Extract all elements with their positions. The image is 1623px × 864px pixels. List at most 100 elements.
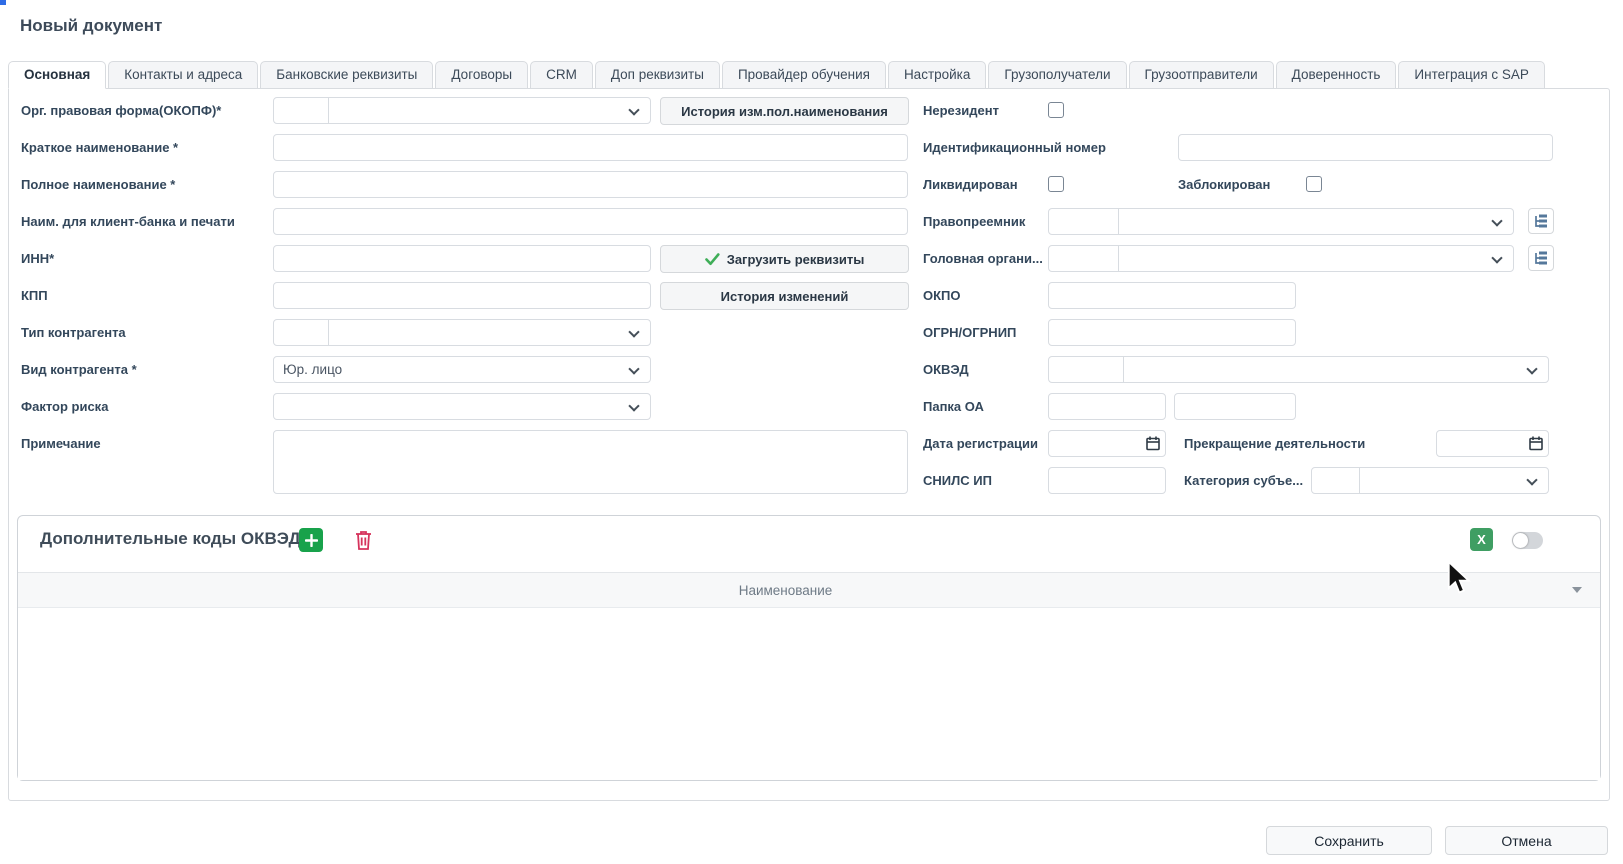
corner-mark: [0, 0, 6, 5]
subject-category-label: Категория субъе...: [1184, 467, 1303, 494]
ogrn-label: ОГРН/ОГРНИП: [923, 319, 1016, 346]
chevron-down-icon: [628, 363, 639, 374]
successor-label: Правопреемник: [923, 208, 1025, 235]
tree-icon: [1533, 213, 1549, 229]
counterparty-type-combobox[interactable]: [273, 319, 651, 346]
main-form-panel: Орг. правовая форма(ОКОПФ)* История изм.…: [8, 88, 1610, 801]
reg-date-input[interactable]: [1048, 430, 1166, 457]
chevron-down-icon: [1526, 474, 1537, 485]
triangle-down-icon: [1572, 587, 1582, 593]
tab-kontakty[interactable]: Контакты и адреса: [108, 61, 258, 89]
head-org-hierarchy-button[interactable]: [1528, 245, 1554, 271]
okved-section-title: Дополнительные коды ОКВЭД: [40, 529, 301, 549]
risk-factor-select[interactable]: [273, 393, 651, 420]
trash-icon: [354, 529, 373, 551]
tab-nastroyka[interactable]: Настройка: [888, 61, 986, 89]
short-name-label: Краткое наименование *: [21, 134, 178, 161]
okved-codes-section: Дополнительные коды ОКВЭД X: [17, 515, 1601, 781]
okopf-combobox[interactable]: [273, 97, 651, 124]
tab-gruzopoluchateli[interactable]: Грузополучатели: [988, 61, 1126, 89]
nonresident-label: Нерезидент: [923, 97, 999, 124]
head-org-code-cell[interactable]: [1049, 246, 1119, 271]
subject-category-code-cell[interactable]: [1312, 468, 1360, 493]
head-org-label: Головная органи...: [923, 245, 1043, 272]
inn-label: ИНН*: [21, 245, 54, 272]
okopf-code-cell[interactable]: [274, 98, 329, 123]
okved-table-header: Наименование: [18, 572, 1600, 608]
subject-category-combobox[interactable]: [1311, 467, 1549, 494]
tab-crm[interactable]: CRM: [530, 61, 593, 89]
column-menu-button[interactable]: [1553, 573, 1600, 607]
counterparty-type-code-cell[interactable]: [274, 320, 329, 345]
note-label: Примечание: [21, 430, 101, 457]
blocked-label: Заблокирован: [1178, 171, 1270, 198]
okved-section-toggle[interactable]: [1512, 532, 1543, 549]
new-document-screen: Новый документ Основная Контакты и адрес…: [0, 0, 1623, 864]
tab-doverennost[interactable]: Доверенность: [1276, 61, 1397, 89]
column-header-name[interactable]: Наименование: [18, 573, 1553, 607]
id-number-label: Идентификационный номер: [923, 134, 1106, 161]
bank-print-name-input[interactable]: [273, 208, 908, 235]
successor-code-cell[interactable]: [1049, 209, 1119, 234]
chevron-down-icon: [1491, 215, 1502, 226]
oa-folder-input-1[interactable]: [1048, 393, 1166, 420]
okved-combobox[interactable]: [1048, 356, 1549, 383]
nonresident-checkbox[interactable]: [1048, 102, 1064, 118]
kpp-input[interactable]: [273, 282, 651, 309]
blocked-checkbox[interactable]: [1306, 176, 1322, 192]
excel-export-button[interactable]: X: [1470, 528, 1493, 551]
successor-hierarchy-button[interactable]: [1528, 208, 1554, 234]
tab-bank-rekvizity[interactable]: Банковские реквизиты: [260, 61, 433, 89]
cancel-button[interactable]: Отмена: [1445, 826, 1608, 855]
liquidated-label: Ликвидирован: [923, 171, 1018, 198]
oa-folder-input-2[interactable]: [1174, 393, 1296, 420]
successor-combobox[interactable]: [1048, 208, 1514, 235]
okved-label: ОКВЭД: [923, 356, 969, 383]
short-name-input[interactable]: [273, 134, 908, 161]
okved-code-cell[interactable]: [1049, 357, 1124, 382]
change-history-button[interactable]: История изменений: [660, 282, 909, 310]
page-title: Новый документ: [20, 16, 162, 36]
load-requisites-button[interactable]: Загрузить реквизиты: [660, 245, 909, 273]
tab-integraciya-sap[interactable]: Интеграция с SAP: [1398, 61, 1545, 89]
chevron-down-icon: [1526, 363, 1537, 374]
okopf-label: Орг. правовая форма(ОКОПФ)*: [21, 97, 221, 124]
add-okved-button[interactable]: [299, 528, 323, 552]
chevron-down-icon: [1491, 252, 1502, 263]
tab-dogovory[interactable]: Договоры: [435, 61, 528, 89]
excel-icon: X: [1477, 532, 1486, 547]
tab-provider-obucheniya[interactable]: Провайдер обучения: [722, 61, 886, 89]
okpo-input[interactable]: [1048, 282, 1296, 309]
note-textarea[interactable]: [273, 430, 908, 494]
okpo-label: ОКПО: [923, 282, 961, 309]
tab-bar: Основная Контакты и адреса Банковские ре…: [8, 61, 1547, 89]
check-icon: [705, 253, 720, 266]
termination-date-input[interactable]: [1436, 430, 1549, 457]
termination-label: Прекращение деятельности: [1184, 430, 1365, 457]
full-name-input[interactable]: [273, 171, 908, 198]
oa-folder-label: Папка ОА: [923, 393, 984, 420]
counterparty-kind-label: Вид контрагента *: [21, 356, 137, 383]
kpp-label: КПП: [21, 282, 48, 309]
full-name-label: Полное наименование *: [21, 171, 175, 198]
save-button[interactable]: Сохранить: [1266, 826, 1432, 855]
inn-input[interactable]: [273, 245, 651, 272]
delete-okved-button[interactable]: [351, 527, 375, 553]
ogrn-input[interactable]: [1048, 319, 1296, 346]
snils-input[interactable]: [1048, 467, 1166, 494]
counterparty-kind-select[interactable]: Юр. лицо: [273, 356, 651, 383]
chevron-down-icon: [628, 104, 639, 115]
name-history-button[interactable]: История изм.пол.наименования: [660, 97, 909, 125]
head-org-combobox[interactable]: [1048, 245, 1514, 272]
toggle-knob: [1513, 533, 1528, 548]
okved-table-body[interactable]: [18, 608, 1600, 780]
reg-date-label: Дата регистрации: [923, 430, 1038, 457]
counterparty-type-label: Тип контрагента: [21, 319, 126, 346]
liquidated-checkbox[interactable]: [1048, 176, 1064, 192]
tree-icon: [1533, 250, 1549, 266]
snils-label: СНИЛС ИП: [923, 467, 992, 494]
tab-dop-rekvizity[interactable]: Доп реквизиты: [595, 61, 720, 89]
tab-gruzootpraviteli[interactable]: Грузоотправители: [1129, 61, 1274, 89]
tab-osnovnaya[interactable]: Основная: [8, 61, 106, 89]
id-number-input[interactable]: [1178, 134, 1553, 161]
